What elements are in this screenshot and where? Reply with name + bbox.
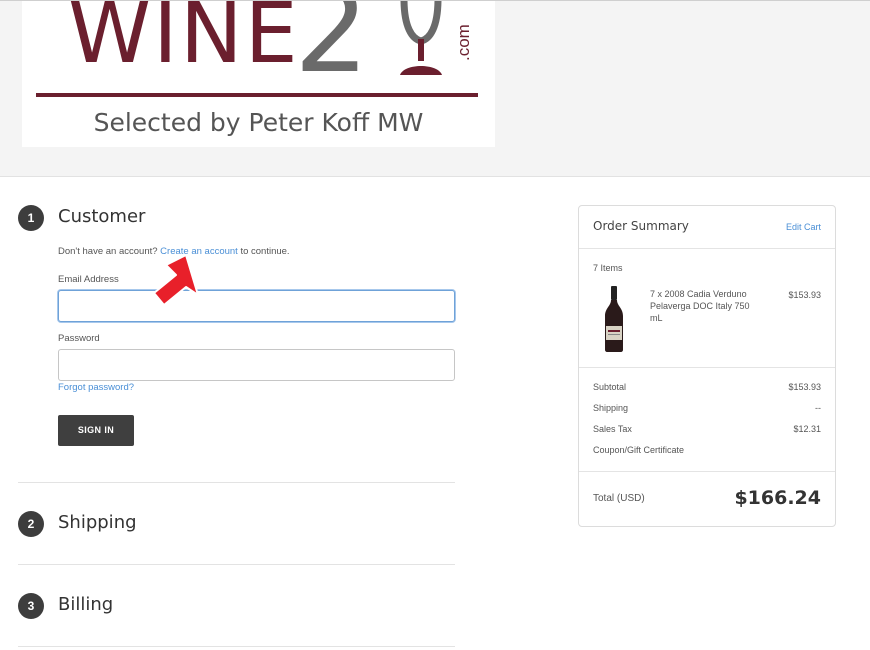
password-field[interactable]	[58, 349, 455, 381]
divider	[18, 646, 455, 647]
summary-items: 7 Items 7 x 2008 Cadia Verduno Pelaverga…	[579, 248, 835, 368]
password-label: Password	[58, 333, 100, 344]
step-number: 3	[18, 593, 44, 619]
logo-tagline: Selected by Peter Koff MW	[93, 108, 424, 137]
step-title: Shipping	[58, 512, 137, 533]
summary-header: Order Summary Edit Cart	[579, 206, 835, 249]
coupon-link[interactable]: Coupon/Gift Certificate	[593, 445, 821, 455]
total-label: Total (USD)	[593, 493, 645, 504]
email-field[interactable]	[58, 290, 455, 322]
summary-totals: Subtotal $153.93 Shipping -- Sales Tax $…	[579, 367, 835, 472]
logo-number: 2	[294, 1, 370, 99]
summary-title: Order Summary	[593, 219, 689, 233]
logo-domain: .com	[454, 24, 473, 61]
logo-rule	[36, 93, 478, 97]
prompt-prefix: Don't have an account?	[58, 246, 158, 257]
divider	[18, 564, 455, 565]
annotation-arrow-icon	[153, 254, 199, 306]
prompt-suffix: to continue.	[240, 246, 290, 257]
shipping-row: Shipping --	[593, 403, 821, 413]
site-header: WINE 2 .com Selected by Peter Koff MW	[0, 1, 870, 177]
total-value: $166.24	[734, 487, 821, 509]
tax-value: $12.31	[793, 424, 821, 434]
logo-wordmark: WINE	[68, 1, 300, 82]
subtotal-row: Subtotal $153.93	[593, 382, 821, 392]
item-description: 7 x 2008 Cadia Verduno Pelaverga DOC Ita…	[650, 289, 750, 323]
shipping-label: Shipping	[593, 403, 629, 413]
items-count: 7 Items	[593, 263, 623, 273]
step-title: Customer	[58, 206, 146, 227]
tax-row: Sales Tax $12.31	[593, 424, 821, 434]
shipping-value: --	[815, 403, 821, 413]
wine-glass-icon	[400, 1, 442, 75]
step-number: 1	[18, 205, 44, 231]
summary-total: Total (USD) $166.24	[579, 472, 835, 526]
edit-cart-link[interactable]: Edit Cart	[786, 222, 821, 232]
step-number: 2	[18, 511, 44, 537]
tax-label: Sales Tax	[593, 424, 632, 434]
divider	[18, 482, 455, 483]
step-title: Billing	[58, 594, 114, 615]
item-price: $153.93	[788, 290, 821, 300]
sign-in-button[interactable]: SIGN IN	[58, 415, 134, 446]
wine-bottle-icon	[605, 286, 623, 352]
order-summary-panel: Order Summary Edit Cart 7 Items 7 x 2008…	[578, 205, 836, 527]
site-logo[interactable]: WINE 2 .com Selected by Peter Koff MW	[22, 1, 495, 147]
subtotal-label: Subtotal	[593, 382, 627, 392]
subtotal-value: $153.93	[788, 382, 821, 392]
email-label: Email Address	[58, 274, 119, 285]
forgot-password-link[interactable]: Forgot password?	[58, 382, 134, 393]
